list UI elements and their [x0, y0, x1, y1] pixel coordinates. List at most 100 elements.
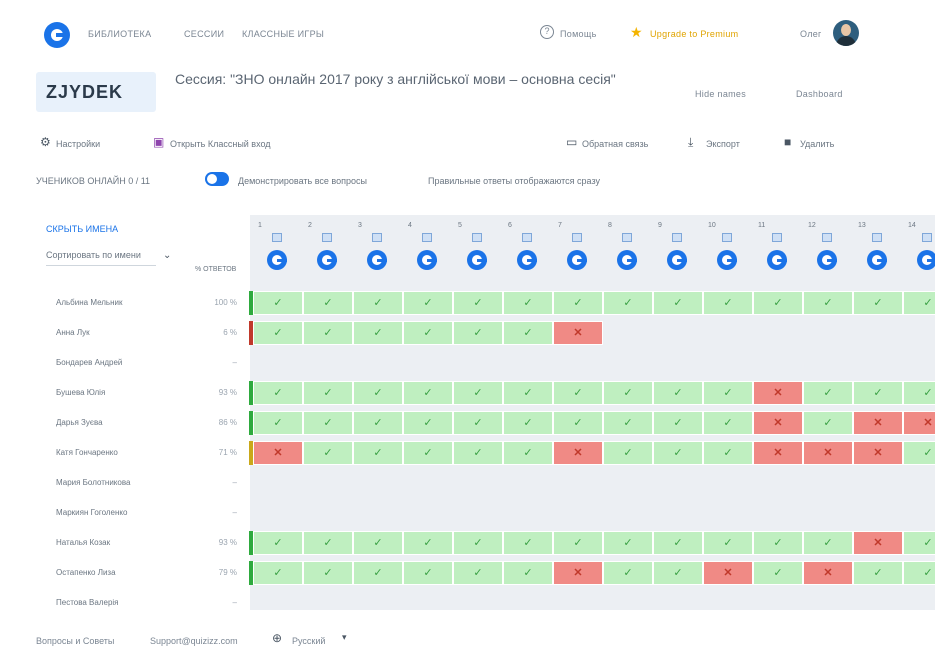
- correct-answer-cell[interactable]: ✓: [653, 531, 703, 555]
- question-toggle[interactable]: [867, 250, 887, 270]
- correct-answer-cell[interactable]: ✓: [903, 561, 935, 585]
- footer-terms-link[interactable]: Вопросы и Советы: [36, 636, 114, 646]
- correct-answer-cell[interactable]: ✓: [353, 321, 403, 345]
- correct-answer-cell[interactable]: ✓: [453, 321, 503, 345]
- correct-answer-cell[interactable]: ✓: [653, 291, 703, 315]
- wrong-answer-cell[interactable]: ✕: [553, 561, 603, 585]
- question-doc-icon[interactable]: [772, 233, 782, 242]
- footer-support-link[interactable]: Support@quizizz.com: [150, 636, 238, 646]
- correct-answer-cell[interactable]: ✓: [653, 561, 703, 585]
- correct-answer-cell[interactable]: ✓: [303, 291, 353, 315]
- show-questions-toggle[interactable]: [205, 172, 229, 186]
- download-icon[interactable]: ⤓: [688, 135, 693, 150]
- correct-answer-cell[interactable]: ✓: [603, 411, 653, 435]
- wrong-answer-cell[interactable]: ✕: [753, 381, 803, 405]
- question-doc-icon[interactable]: [572, 233, 582, 242]
- correct-answer-cell[interactable]: ✓: [603, 381, 653, 405]
- hide-names-link[interactable]: Hide names: [695, 89, 746, 99]
- correct-answer-cell[interactable]: ✓: [603, 561, 653, 585]
- question-toggle[interactable]: [467, 250, 487, 270]
- wrong-answer-cell[interactable]: ✕: [253, 441, 303, 465]
- correct-answer-cell[interactable]: ✓: [403, 291, 453, 315]
- feedback-icon[interactable]: ▭: [566, 135, 577, 149]
- question-toggle[interactable]: [517, 250, 537, 270]
- chevron-down-icon[interactable]: ⌄: [163, 250, 171, 261]
- dashboard-link[interactable]: Dashboard: [796, 89, 843, 99]
- correct-answer-cell[interactable]: ✓: [803, 531, 853, 555]
- correct-answer-cell[interactable]: ✓: [853, 381, 903, 405]
- correct-answer-cell[interactable]: ✓: [303, 441, 353, 465]
- question-doc-icon[interactable]: [672, 233, 682, 242]
- correct-answer-cell[interactable]: ✓: [453, 561, 503, 585]
- correct-answer-cell[interactable]: ✓: [453, 531, 503, 555]
- gear-icon[interactable]: ⚙: [40, 135, 51, 149]
- app-logo-icon[interactable]: [44, 22, 70, 48]
- hide-names-button[interactable]: СКРЫТЬ ИМЕНА: [46, 224, 118, 234]
- question-toggle[interactable]: [617, 250, 637, 270]
- avatar[interactable]: [833, 20, 859, 46]
- correct-answer-cell[interactable]: ✓: [703, 411, 753, 435]
- correct-answer-cell[interactable]: ✓: [753, 291, 803, 315]
- question-doc-icon[interactable]: [872, 233, 882, 242]
- correct-answer-cell[interactable]: ✓: [403, 561, 453, 585]
- delete-button[interactable]: Удалить: [800, 139, 834, 149]
- correct-answer-cell[interactable]: ✓: [553, 411, 603, 435]
- question-doc-icon[interactable]: [522, 233, 532, 242]
- correct-answer-cell[interactable]: ✓: [353, 531, 403, 555]
- book-icon[interactable]: ▣: [153, 135, 164, 149]
- nav-class-games[interactable]: КЛАССНЫЕ ИГРЫ: [242, 29, 324, 39]
- wrong-answer-cell[interactable]: ✕: [803, 561, 853, 585]
- open-class-button[interactable]: Открыть Классный вход: [170, 139, 271, 149]
- feedback-button[interactable]: Обратная связь: [582, 139, 648, 149]
- correct-answer-cell[interactable]: ✓: [503, 291, 553, 315]
- correct-answer-cell[interactable]: ✓: [903, 291, 935, 315]
- wrong-answer-cell[interactable]: ✕: [903, 411, 935, 435]
- wrong-answer-cell[interactable]: ✕: [803, 441, 853, 465]
- question-toggle[interactable]: [367, 250, 387, 270]
- correct-answer-cell[interactable]: ✓: [753, 531, 803, 555]
- correct-answer-cell[interactable]: ✓: [903, 441, 935, 465]
- correct-answer-cell[interactable]: ✓: [253, 411, 303, 435]
- correct-answer-cell[interactable]: ✓: [553, 381, 603, 405]
- correct-answer-cell[interactable]: ✓: [253, 291, 303, 315]
- correct-answer-cell[interactable]: ✓: [503, 381, 553, 405]
- correct-answers-label[interactable]: Правильные ответы отображаются сразу: [428, 176, 600, 186]
- correct-answer-cell[interactable]: ✓: [403, 321, 453, 345]
- question-doc-icon[interactable]: [422, 233, 432, 242]
- nav-library[interactable]: БИБЛИОТЕКА: [88, 29, 151, 39]
- question-toggle[interactable]: [767, 250, 787, 270]
- correct-answer-cell[interactable]: ✓: [403, 381, 453, 405]
- correct-answer-cell[interactable]: ✓: [253, 321, 303, 345]
- correct-answer-cell[interactable]: ✓: [553, 531, 603, 555]
- question-toggle[interactable]: [667, 250, 687, 270]
- correct-answer-cell[interactable]: ✓: [703, 441, 753, 465]
- wrong-answer-cell[interactable]: ✕: [853, 411, 903, 435]
- sort-select[interactable]: Сортировать по имени: [46, 249, 156, 266]
- correct-answer-cell[interactable]: ✓: [703, 531, 753, 555]
- export-button[interactable]: Экспорт: [706, 139, 740, 149]
- help-link[interactable]: Помощь: [560, 29, 597, 39]
- correct-answer-cell[interactable]: ✓: [553, 291, 603, 315]
- nav-sessions[interactable]: СЕССИИ: [184, 29, 224, 39]
- correct-answer-cell[interactable]: ✓: [803, 381, 853, 405]
- question-toggle[interactable]: [567, 250, 587, 270]
- correct-answer-cell[interactable]: ✓: [503, 411, 553, 435]
- correct-answer-cell[interactable]: ✓: [703, 381, 753, 405]
- correct-answer-cell[interactable]: ✓: [453, 291, 503, 315]
- correct-answer-cell[interactable]: ✓: [453, 381, 503, 405]
- correct-answer-cell[interactable]: ✓: [253, 561, 303, 585]
- correct-answer-cell[interactable]: ✓: [303, 531, 353, 555]
- correct-answer-cell[interactable]: ✓: [353, 381, 403, 405]
- question-toggle[interactable]: [917, 250, 935, 270]
- correct-answer-cell[interactable]: ✓: [603, 291, 653, 315]
- user-name[interactable]: Олег: [800, 29, 822, 39]
- wrong-answer-cell[interactable]: ✕: [853, 531, 903, 555]
- correct-answer-cell[interactable]: ✓: [803, 291, 853, 315]
- wrong-answer-cell[interactable]: ✕: [753, 441, 803, 465]
- correct-answer-cell[interactable]: ✓: [353, 291, 403, 315]
- correct-answer-cell[interactable]: ✓: [503, 441, 553, 465]
- globe-icon[interactable]: ⊕: [272, 631, 282, 645]
- wrong-answer-cell[interactable]: ✕: [703, 561, 753, 585]
- question-toggle[interactable]: [267, 250, 287, 270]
- correct-answer-cell[interactable]: ✓: [303, 381, 353, 405]
